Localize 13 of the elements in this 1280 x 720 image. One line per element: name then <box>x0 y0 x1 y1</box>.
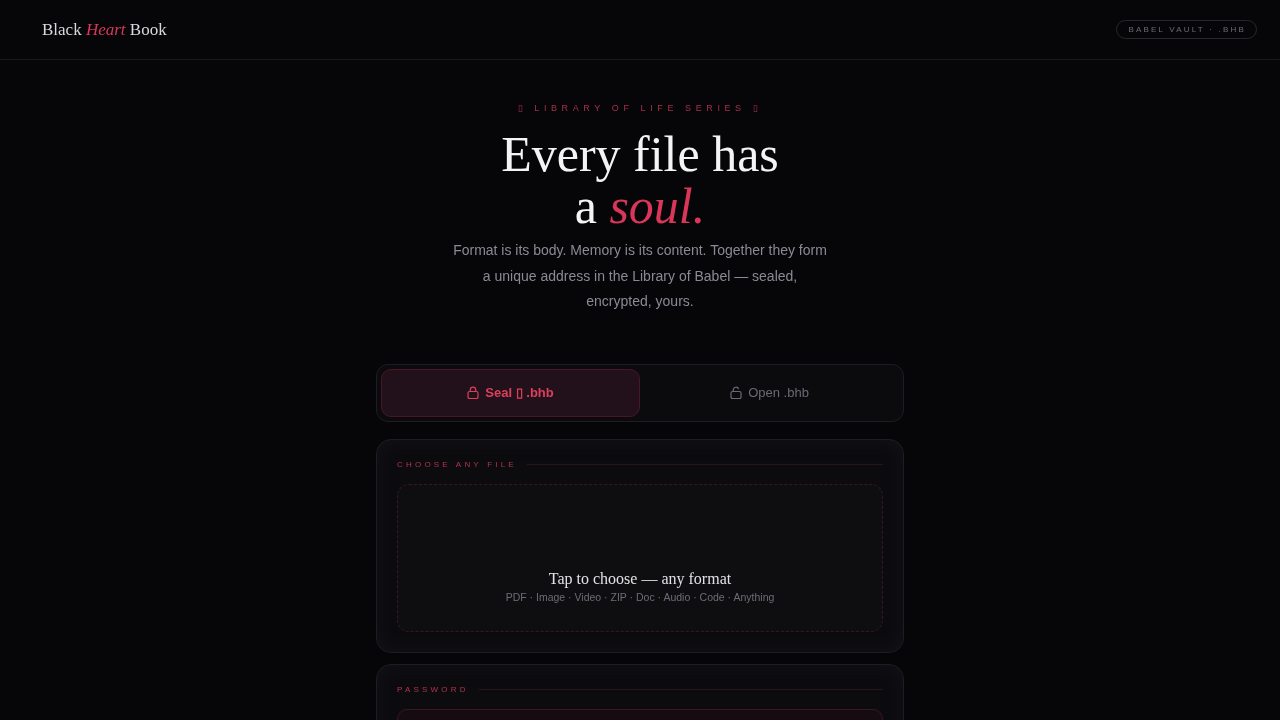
series-eyebrow: ▯ LIBRARY OF LIFE SERIES ▯ <box>517 102 763 114</box>
dropzone-title: Tap to choose — any format <box>548 569 732 588</box>
open-padlock-icon <box>730 386 743 399</box>
padlock-icon <box>467 386 480 399</box>
intro-paragraph: Format is its body. Memory is its content. Together they form a unique address in the Library of Babel — sealed, encrypted, yours. <box>452 241 828 311</box>
section-label: CHOOSE ANY FILE <box>397 460 517 469</box>
logo-text: Black Heart Book <box>42 19 167 40</box>
mode-tab[interactable]: Seal ▯ .bhb <box>381 368 640 417</box>
format-hint: PDF · Image · Video · ZIP · Doc · Audio · Code · Anything <box>505 590 775 603</box>
mode-tab[interactable]: Open .bhb <box>640 368 899 417</box>
file-dropzone[interactable]: Tap to choose — any format PDF · Image · Video · ZIP · Doc · Audio · Code · Anything <box>397 483 883 632</box>
headline-text: Every file has <box>501 128 779 180</box>
section-label: PASSWORD <box>397 685 469 694</box>
